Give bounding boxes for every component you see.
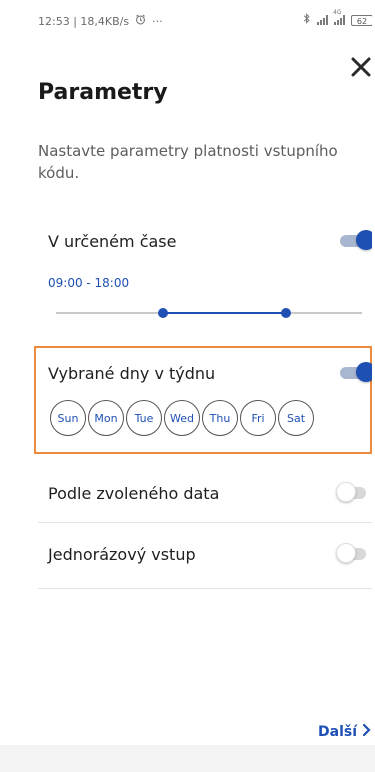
next-button-label: Další [318, 724, 357, 740]
toggle-knob [356, 230, 372, 250]
weekdays-option-label: Vybrané dny v týdnu [48, 364, 216, 383]
slider-end-thumb[interactable] [280, 308, 291, 318]
day-chip-tue[interactable]: Tue [126, 400, 162, 436]
day-chip-wed[interactable]: Wed [164, 400, 200, 436]
day-chip-fri[interactable]: Fri [240, 400, 276, 436]
status-left: 12:53 | 18,4KB/s ··· [38, 14, 163, 28]
day-chip-thu[interactable]: Thu [202, 400, 238, 436]
next-button[interactable]: Další [318, 723, 371, 740]
parameters-screen: 12:53 | 18,4KB/s ··· 4G 62 Parametry Nas… [0, 0, 372, 745]
page-description: Nastavte parametry platnosti vstupního k… [38, 142, 338, 182]
slider-range-fill [163, 312, 286, 314]
bluetooth-icon [303, 13, 311, 27]
status-right: 4G 62 [303, 9, 372, 27]
weekdays-option-toggle[interactable] [340, 361, 372, 383]
status-time-speed: 12:53 | 18,4KB/s [38, 14, 130, 28]
day-chip-mon[interactable]: Mon [88, 400, 124, 436]
single-entry-option-toggle[interactable] [336, 542, 370, 564]
day-chip-sun[interactable]: Sun [50, 400, 86, 436]
battery-icon: 62 [351, 14, 372, 26]
signal-4g-icon: 4G [333, 9, 345, 25]
alarm-icon [135, 14, 146, 28]
date-option-toggle[interactable] [336, 481, 370, 503]
slider-start-thumb[interactable] [158, 308, 169, 318]
divider [38, 522, 372, 523]
day-chip-sat[interactable]: Sat [278, 400, 314, 436]
signal-icon [317, 15, 328, 25]
status-bar: 12:53 | 18,4KB/s ··· 4G 62 [0, 0, 372, 30]
divider [38, 588, 372, 589]
bottom-bar [0, 745, 375, 772]
chevron-right-icon [362, 723, 371, 740]
time-option-label: V určeném čase [48, 232, 177, 251]
date-option-label: Podle zvoleného data [48, 484, 220, 503]
page-title: Parametry [38, 80, 168, 105]
time-range-slider[interactable] [56, 306, 362, 320]
toggle-knob [336, 482, 356, 502]
more-notifications-icon: ··· [152, 14, 163, 28]
signal-4g-label: 4G [333, 9, 342, 16]
weekday-chips: Sun Mon Tue Wed Thu Fri Sat [50, 400, 316, 436]
close-icon[interactable] [350, 56, 372, 78]
time-option-toggle[interactable] [340, 229, 372, 251]
time-range-value: 09:00 - 18:00 [48, 276, 130, 290]
toggle-knob [336, 543, 356, 563]
single-entry-option-label: Jednorázový vstup [48, 545, 196, 564]
toggle-knob [356, 362, 372, 382]
